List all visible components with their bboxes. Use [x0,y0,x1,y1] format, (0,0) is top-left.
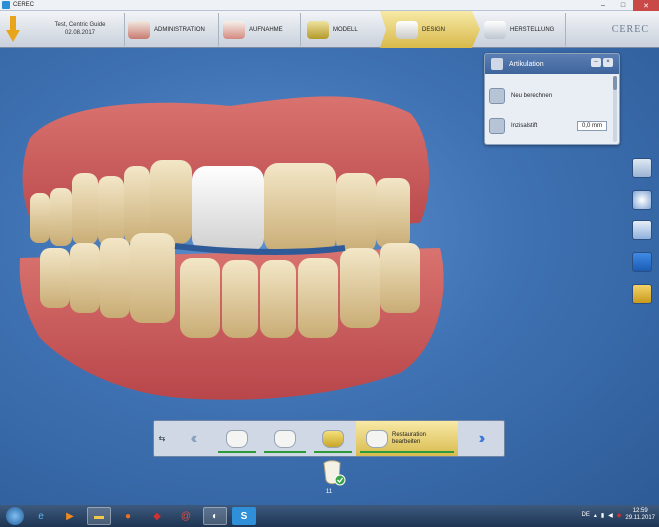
workflow-step-1[interactable] [214,421,260,456]
start-button[interactable] [6,507,24,525]
view-cube-icon[interactable] [632,158,652,178]
panel-header: Artikulation – × [485,54,619,74]
incisal-pin-icon [489,118,505,134]
shield-app-icon[interactable]: ◆ [145,507,169,525]
workflow-step-2[interactable] [260,421,310,456]
clock[interactable]: 12:59 29.11.2017 [625,508,655,522]
expand-collapse-icon[interactable]: ⇆ [154,421,170,456]
incisal-pin-label: Inzisalstift [511,123,538,129]
ie-icon[interactable]: e [29,507,53,525]
previous-step-button[interactable]: ‹‹ [170,421,214,456]
patient-name: Test, Centric Guide [54,22,106,28]
step-modell[interactable]: MODELL [307,11,358,48]
scan-icon [223,20,245,39]
clock-date: 29.11.2017 [625,515,655,521]
system-tray: DE ▴ ▮ ◀ ◆ 12:59 29.11.2017 [581,508,655,522]
panel-minimize-button[interactable]: – [591,58,601,67]
security-icon[interactable]: ◆ [617,512,622,519]
restoration-toggle-icon[interactable] [632,284,652,304]
tooth-position-icon [274,429,296,448]
gold-tooth-icon [322,429,344,448]
window-titlebar: CEREC – □ ✕ [0,0,659,11]
cerec-app-icon [2,1,10,9]
step-design[interactable]: DESIGN [380,11,480,48]
patient-date: 02.08.2017 [64,30,96,36]
step-herstellung[interactable]: HERSTELLUNG [484,11,554,48]
cerec-taskbar-icon[interactable]: ◐ [203,507,227,525]
edit-restoration-label: Restauration bearbeiten [392,431,427,445]
analysis-icon[interactable] [632,252,652,272]
cerec-logo: CEREC [611,24,649,35]
taskbar: e ▶ ▬ ● ◆ @ ◐ S DE ▴ ▮ ◀ ◆ 12:59 29.11.2… [0,505,659,527]
workflow-navbar: Test, Centric Guide 02.08.2017 ADMINISTR… [0,11,659,48]
design-crown-11[interactable] [192,166,264,252]
model-icon [307,20,329,39]
volume-icon[interactable]: ◀ [608,512,613,519]
language-indicator[interactable]: DE [581,512,589,518]
recalculate-icon [489,88,505,104]
back-arrow-icon[interactable] [6,16,20,42]
patient-info: Test, Centric Guide 02.08.2017 [35,21,125,37]
design-icon [396,20,418,39]
window-title: CEREC [13,2,35,8]
restoration-tooth-icon [226,429,248,448]
edit-restoration-icon [366,429,388,448]
panel-scrollbar[interactable] [613,76,617,142]
firefox-icon[interactable]: ● [116,507,140,525]
articulation-panel: Artikulation – × Neu berechnen Inzisalst… [484,53,620,145]
recalculate-label: Neu berechnen [511,93,553,99]
tools-icon[interactable] [632,220,652,240]
panel-title: Artikulation [509,60,544,68]
milling-icon [484,20,506,39]
upper-teeth [30,160,410,253]
next-step-button[interactable]: ›› [458,421,502,456]
recalculate-row[interactable]: Neu berechnen [489,84,611,108]
tooth-model-icon [128,20,150,39]
incisal-pin-row[interactable]: Inzisalstift 0,0 mm [489,114,611,138]
panel-close-button[interactable]: × [603,58,613,67]
media-player-icon[interactable]: ▶ [58,507,82,525]
workflow-steps-bar: ⇆ ‹‹ Restauration bearbeiten ›› [153,420,505,457]
tray-arrow-icon[interactable]: ▴ [594,512,597,519]
workflow-step-3[interactable] [310,421,356,456]
acrobat-icon[interactable]: @ [174,507,198,525]
file-explorer-icon[interactable]: ▬ [87,507,111,525]
close-button[interactable]: ✕ [633,0,659,11]
selected-tooth-icon[interactable] [320,460,346,486]
step-aufnahme[interactable]: AUFNAHME [223,11,283,48]
clock-time: 12:59 [632,508,648,514]
incisal-pin-value[interactable]: 0,0 mm [577,121,607,131]
articulator-icon [491,58,503,70]
step-administration[interactable]: ADMINISTRATION [128,11,205,48]
network-icon[interactable]: ▮ [601,512,604,519]
tooth-number: 11 [325,489,333,495]
s-app-icon[interactable]: S [232,507,256,525]
minimize-button[interactable]: – [593,0,613,11]
workflow-step-edit-restoration[interactable]: Restauration bearbeiten [356,421,458,456]
rotate-view-icon[interactable] [632,190,652,210]
maximize-button[interactable]: □ [613,0,633,11]
